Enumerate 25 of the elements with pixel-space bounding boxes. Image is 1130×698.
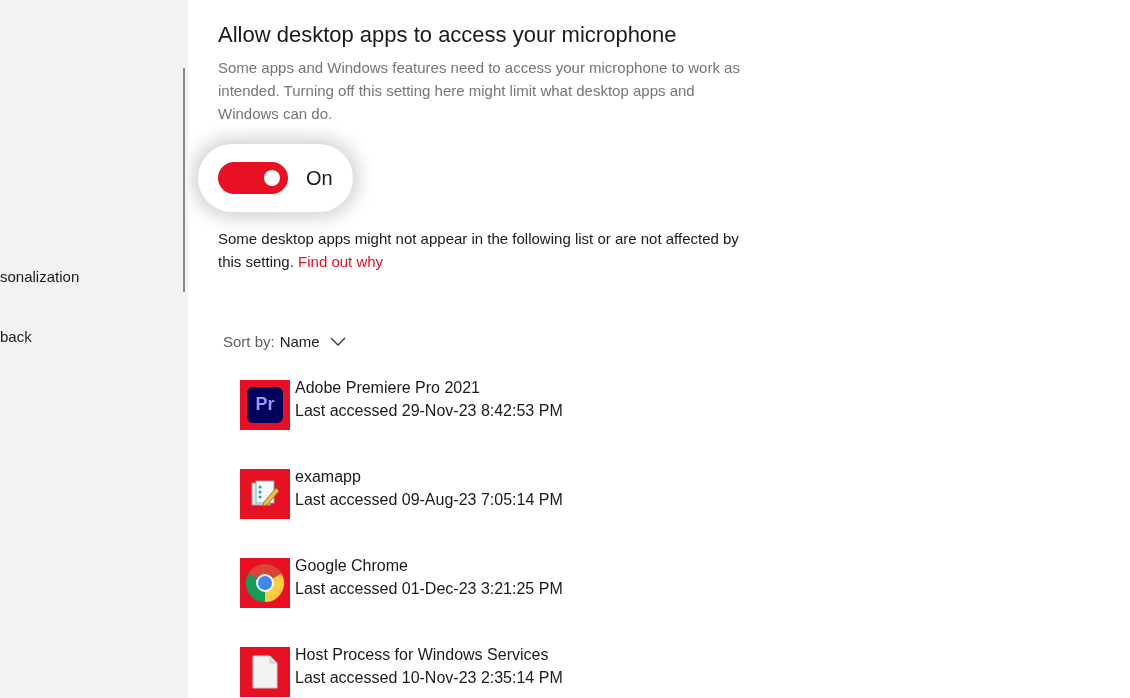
scrollbar[interactable] (183, 68, 185, 292)
sidebar-item[interactable]: sonalization (0, 266, 188, 288)
toggle-label: On (306, 166, 333, 191)
sort-label: Sort by: (223, 332, 275, 352)
last-accessed: Last accessed 10-Nov-23 2:35:14 PM (295, 667, 563, 688)
sort-value: Name (279, 332, 320, 352)
checklist-pencil-icon (249, 477, 281, 510)
app-name: Host Process for Windows Services (295, 644, 550, 665)
app-name: examapp (295, 466, 362, 487)
section-description: Some apps and Windows features need to access your microphone to work as intended. Turning off this setting here might limit what desktop apps and Windows can do. (218, 58, 741, 124)
premiere-icon: Pr (247, 386, 283, 423)
last-accessed: Last accessed 29-Nov-23 8:42:53 PM (295, 400, 563, 421)
app-name: Adobe Premiere Pro 2021 (295, 377, 481, 398)
document-icon (252, 654, 278, 689)
sidebar-item[interactable]: back (0, 326, 188, 348)
last-accessed: Last accessed 09-Aug-23 7:05:14 PM (295, 489, 563, 510)
section-title: Allow desktop apps to access your microphone (218, 21, 678, 49)
toggle-thumb (264, 170, 280, 186)
toggle-switch[interactable] (218, 162, 288, 194)
chevron-down-icon (329, 337, 346, 348)
app-name: Google Chrome (295, 555, 409, 576)
find-out-why-link[interactable]: Find out why (298, 253, 384, 270)
last-accessed: Last accessed 01-Dec-23 3:21:25 PM (295, 578, 563, 599)
note-text: Some desktop apps might not appear in the following list or are not affected by this setting. Find out why (218, 229, 740, 272)
sort-dropdown[interactable]: Sort by: Name (223, 331, 743, 354)
